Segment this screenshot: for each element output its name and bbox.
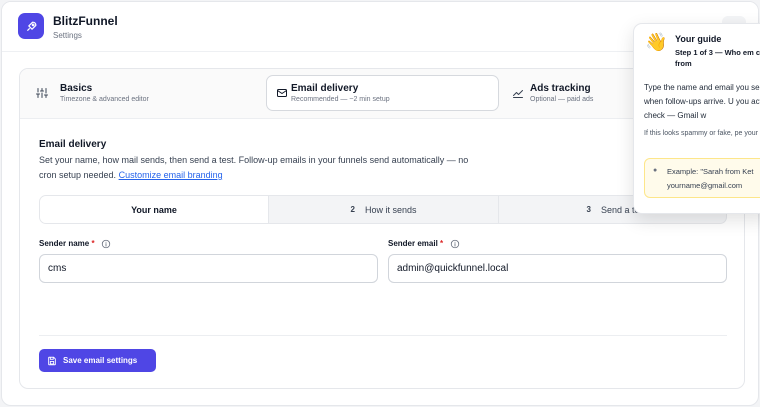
rocket-logo-icon xyxy=(18,13,44,39)
required-mark: * xyxy=(440,239,444,248)
example-line: yourname@gmail.com xyxy=(667,181,743,190)
divider xyxy=(39,335,727,336)
guide-example-box: ● Example: "Sarah from Ket yourname@gmai… xyxy=(644,158,760,198)
info-icon[interactable] xyxy=(101,239,111,249)
save-button-label: Save email settings xyxy=(63,356,138,365)
pin-icon: ● xyxy=(653,167,658,174)
step-label: How it sends xyxy=(364,204,417,215)
tab-label: Ads tracking xyxy=(530,83,591,94)
required-mark: * xyxy=(91,239,95,248)
sender-email-label: Sender email * xyxy=(388,239,443,248)
guide-body: Type the name and email you see when fol… xyxy=(644,83,760,120)
sliders-icon xyxy=(36,88,48,98)
app-title: BlitzFunnel xyxy=(53,14,118,28)
tab-desc: Optional — paid ads xyxy=(530,96,594,103)
tab-email-delivery[interactable]: Email delivery Recommended — ~2 min setu… xyxy=(266,75,499,111)
step-your-name[interactable]: Your name xyxy=(40,196,269,223)
chart-icon xyxy=(513,90,523,98)
sender-email-input[interactable]: admin@quickfunnel.local xyxy=(388,254,727,283)
save-email-settings-button[interactable]: Save email settings xyxy=(39,349,156,372)
section-description: Set your name, how mail sends, then send… xyxy=(39,153,469,183)
customize-branding-link[interactable]: Customize email branding xyxy=(119,170,223,180)
setup-steps: Your name 2 How it sends 3 Send a te xyxy=(39,195,727,224)
save-icon xyxy=(48,356,56,365)
section-title: Email delivery xyxy=(39,139,107,150)
envelope-icon xyxy=(277,89,287,97)
tab-label: Basics xyxy=(60,83,93,94)
tab-basics[interactable]: Basics Timezone & advanced editor xyxy=(26,75,256,111)
tab-ads-tracking[interactable]: Ads tracking Optional — paid ads xyxy=(502,75,642,111)
section-desc-text: Set your name, how mail sends, then send… xyxy=(39,155,469,180)
guide-title: Your guide xyxy=(675,34,722,44)
tab-desc: Timezone & advanced editor xyxy=(60,96,149,103)
tab-desc: Recommended — ~2 min setup xyxy=(291,96,390,103)
app-subtitle: Settings xyxy=(53,31,82,40)
guide-step: Step 1 of 3 — Who em come from xyxy=(675,48,760,68)
tab-label: Email delivery xyxy=(291,83,359,94)
guide-note: If this looks spammy or fake, pe your em… xyxy=(644,130,760,137)
sender-name-label: Sender name * xyxy=(39,239,95,248)
step-number: 2 xyxy=(350,205,355,214)
sender-name-input[interactable]: cms xyxy=(39,254,378,283)
info-icon[interactable] xyxy=(450,239,460,249)
guide-panel: 👋 Your guide Step 1 of 3 — Who em come f… xyxy=(633,23,760,214)
step-how-it-sends[interactable]: 2 How it sends xyxy=(269,196,498,223)
example-line: Example: "Sarah from Ket xyxy=(667,167,754,176)
step-number: 3 xyxy=(586,205,591,214)
label-text: Sender email xyxy=(388,239,438,248)
label-text: Sender name xyxy=(39,239,90,248)
step-label: Your name xyxy=(131,204,177,215)
wave-icon: 👋 xyxy=(645,32,668,52)
